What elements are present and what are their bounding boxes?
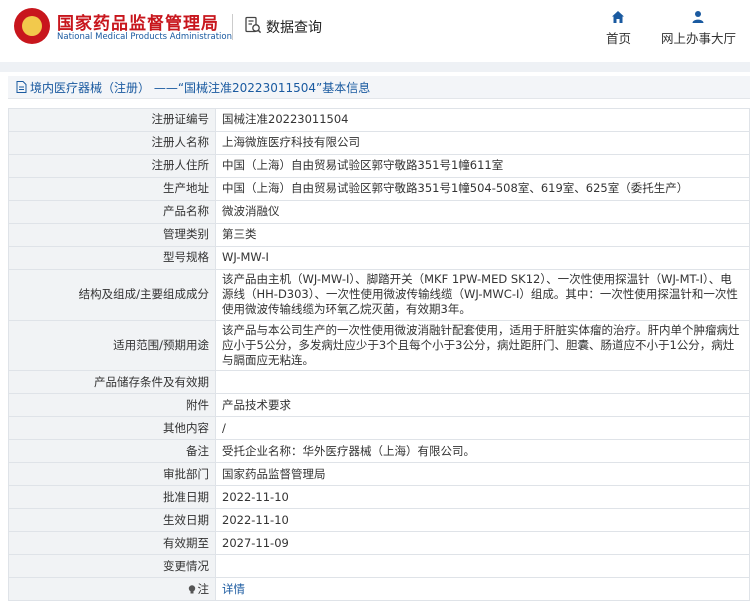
note-label-cell: 注 bbox=[8, 577, 216, 601]
table-row: 注 详情 bbox=[8, 577, 750, 601]
data-query-label: 数据查询 bbox=[266, 20, 322, 36]
field-label: 结构及组成/主要组成成分 bbox=[8, 269, 216, 321]
field-label: 适用范围/预期用途 bbox=[8, 319, 216, 372]
field-label: 批准日期 bbox=[8, 485, 216, 510]
details-link[interactable]: 详情 bbox=[222, 582, 245, 596]
table-row: 结构及组成/主要组成成分 该产品由主机（WJ-MW-I）、脚踏开关（MKF 1PW… bbox=[8, 269, 750, 321]
table-row: 有效期至 2027-11-09 bbox=[8, 531, 750, 556]
field-label: 型号规格 bbox=[8, 246, 216, 270]
field-label: 注册人住所 bbox=[8, 154, 216, 178]
note-label: 注 bbox=[197, 581, 210, 596]
nav-home-label: 首页 bbox=[605, 31, 631, 46]
field-label: 产品储存条件及有效期 bbox=[8, 370, 216, 395]
note-value-cell: 详情 bbox=[215, 577, 750, 601]
field-value: 中国（上海）自由贸易试验区郭守敬路351号1幢611室 bbox=[215, 154, 750, 178]
field-value: WJ-MW-I bbox=[215, 246, 750, 270]
table-row: 其他内容 / bbox=[8, 416, 750, 441]
table-row: 批准日期 2022-11-10 bbox=[8, 485, 750, 510]
table-row: 变更情况 bbox=[8, 554, 750, 579]
field-label: 备注 bbox=[8, 439, 216, 464]
user-icon bbox=[692, 11, 704, 23]
field-value: 受托企业名称：华外医疗器械（上海）有限公司。 bbox=[215, 439, 750, 464]
field-value: 2027-11-09 bbox=[215, 531, 750, 556]
table-row: 产品储存条件及有效期 bbox=[8, 370, 750, 395]
registration-info-table: 注册证编号 国械注准20223011504 注册人名称 上海微旌医疗科技有限公司 注… bbox=[8, 108, 750, 601]
table-row: 管理类别 第三类 bbox=[8, 223, 750, 247]
field-value: 2022-11-10 bbox=[215, 508, 750, 533]
field-value: 2022-11-10 bbox=[215, 485, 750, 510]
field-label: 产品名称 bbox=[8, 200, 216, 224]
document-icon bbox=[16, 81, 27, 93]
field-label: 附件 bbox=[8, 393, 216, 418]
field-label: 注册人名称 bbox=[8, 131, 216, 155]
home-icon bbox=[612, 11, 625, 23]
breadcrumb-text: 境内医疗器械（注册） ——“国械注准20223011504”基本信息 bbox=[30, 80, 371, 95]
field-value: 中国（上海）自由贸易试验区郭守敬路351号1幢504-508室、619室、625… bbox=[215, 177, 750, 201]
header-divider bbox=[232, 14, 233, 40]
nav-online-service[interactable]: 网上办事大厅 bbox=[661, 10, 736, 47]
table-row: 审批部门 国家药品监督管理局 bbox=[8, 462, 750, 487]
field-value bbox=[215, 370, 750, 395]
table-row: 适用范围/预期用途 该产品与本公司生产的一次性使用微波消融针配套使用，适用于肝脏实… bbox=[8, 319, 750, 372]
site-title: 国家药品监督管理局 bbox=[57, 14, 219, 34]
field-value: 产品技术要求 bbox=[215, 393, 750, 418]
field-label: 审批部门 bbox=[8, 462, 216, 487]
table-row: 注册人住所 中国（上海）自由贸易试验区郭守敬路351号1幢611室 bbox=[8, 154, 750, 178]
field-label: 注册证编号 bbox=[8, 108, 216, 132]
lightbulb-icon bbox=[188, 584, 195, 594]
table-row: 注册人名称 上海微旌医疗科技有限公司 bbox=[8, 131, 750, 155]
breadcrumb: 境内医疗器械（注册） ——“国械注准20223011504”基本信息 bbox=[8, 76, 750, 99]
field-value: / bbox=[215, 416, 750, 441]
field-label: 管理类别 bbox=[8, 223, 216, 247]
site-header: 国家药品监督管理局 National Medical Products Admi… bbox=[0, 0, 750, 62]
table-row: 产品名称 微波消融仪 bbox=[8, 200, 750, 224]
field-value: 该产品与本公司生产的一次性使用微波消融针配套使用，适用于肝脏实体瘤的治疗。肝内单… bbox=[215, 319, 750, 372]
field-value: 该产品由主机（WJ-MW-I）、脚踏开关（MKF 1PW-MED SK12）、一… bbox=[215, 269, 750, 321]
search-document-icon bbox=[244, 16, 262, 38]
nav-online-service-label: 网上办事大厅 bbox=[660, 31, 736, 46]
field-value: 上海微旌医疗科技有限公司 bbox=[215, 131, 750, 155]
field-label: 变更情况 bbox=[8, 554, 216, 579]
site-title-en: National Medical Products Administration bbox=[57, 32, 232, 42]
field-label: 生效日期 bbox=[8, 508, 216, 533]
national-emblem-logo bbox=[14, 8, 50, 44]
table-row: 备注 受托企业名称：华外医疗器械（上海）有限公司。 bbox=[8, 439, 750, 464]
field-value bbox=[215, 554, 750, 579]
table-row: 型号规格 WJ-MW-I bbox=[8, 246, 750, 270]
table-row: 注册证编号 国械注准20223011504 bbox=[8, 108, 750, 132]
field-label: 有效期至 bbox=[8, 531, 216, 556]
top-nav: 首页 网上办事大厅 bbox=[576, 10, 736, 47]
field-value: 国家药品监督管理局 bbox=[215, 462, 750, 487]
table-row: 生产地址 中国（上海）自由贸易试验区郭守敬路351号1幢504-508室、619室… bbox=[8, 177, 750, 201]
field-value: 微波消融仪 bbox=[215, 200, 750, 224]
field-value: 第三类 bbox=[215, 223, 750, 247]
nav-home[interactable]: 首页 bbox=[606, 10, 631, 47]
table-row: 附件 产品技术要求 bbox=[8, 393, 750, 418]
field-value: 国械注准20223011504 bbox=[215, 108, 750, 132]
table-row: 生效日期 2022-11-10 bbox=[8, 508, 750, 533]
header-subbar bbox=[0, 62, 750, 72]
data-query-link[interactable]: 数据查询 bbox=[244, 16, 322, 38]
field-label: 其他内容 bbox=[8, 416, 216, 441]
field-label: 生产地址 bbox=[8, 177, 216, 201]
